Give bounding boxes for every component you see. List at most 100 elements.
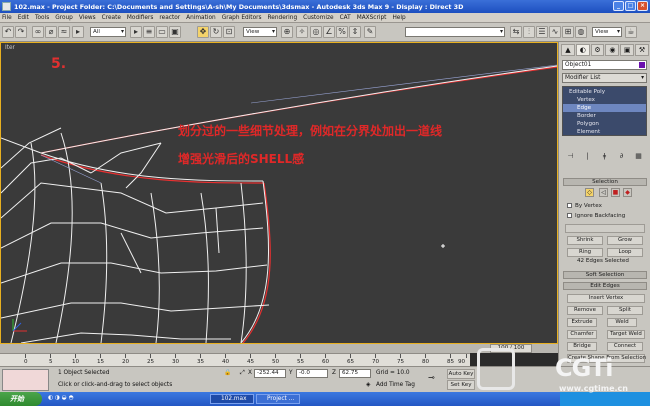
modify-tab-icon[interactable]: ◐ [575, 44, 590, 56]
window-crossing-icon[interactable]: ▣ [169, 26, 181, 38]
configure-sets-icon[interactable]: ▦ [634, 152, 643, 161]
edit-edges-rollout-header[interactable]: Edit Edges [563, 282, 647, 290]
align-icon[interactable]: ⫶ [523, 26, 535, 38]
menu-maxscript[interactable]: MAXScript [357, 15, 387, 21]
utilities-tab-icon[interactable]: ⚒ [635, 44, 649, 56]
taskbar-item-max[interactable]: 102.max [210, 394, 254, 404]
absolute-mode-icon[interactable]: ⤢ [240, 370, 245, 377]
motion-tab-icon[interactable]: ◉ [605, 44, 620, 56]
menu-reactor[interactable]: reactor [159, 15, 180, 21]
render-view-dropdown[interactable]: View [592, 27, 622, 37]
quicklaunch-icons[interactable]: ◐ ◑ ◒ ◓ [48, 395, 74, 401]
menu-create[interactable]: Create [102, 15, 121, 21]
make-unique-icon[interactable]: ǂ [600, 152, 609, 161]
split-button[interactable]: Split [607, 306, 643, 315]
ignore-backfacing-checkbox[interactable]: Ignore Backfacing [567, 212, 625, 220]
selection-filter-dropdown[interactable]: All [90, 27, 126, 37]
curve-editor-icon[interactable]: ∿ [549, 26, 561, 38]
rotate-icon[interactable]: ↻ [210, 26, 222, 38]
pin-stack-icon[interactable]: ⊣ [566, 152, 575, 161]
selection-rollout-header[interactable]: Selection [563, 178, 647, 186]
rect-selection-icon[interactable]: ▭ [156, 26, 168, 38]
viewport-label[interactable]: Iter [5, 45, 15, 51]
start-button[interactable]: 开始 [0, 392, 42, 406]
y-coordinate-field[interactable]: -0.0 [296, 369, 328, 378]
link-icon[interactable]: ∞ [32, 26, 44, 38]
layer-manager-icon[interactable]: ☰ [536, 26, 548, 38]
insert-vertex-button[interactable]: Insert Vertex [567, 294, 645, 303]
stack-item-element[interactable]: Element [563, 128, 646, 136]
target-weld-button[interactable]: Target Weld [607, 330, 645, 339]
menu-edit[interactable]: Edit [18, 15, 29, 21]
stack-item-polygon[interactable]: Polygon [563, 120, 646, 128]
menu-views[interactable]: Views [79, 15, 96, 21]
grow-button[interactable]: Grow [607, 236, 643, 245]
material-editor-icon[interactable]: ◍ [575, 26, 587, 38]
track-bar[interactable]: 0 5 10 15 20 25 30 35 40 45 50 55 60 65 … [0, 353, 470, 366]
add-time-tag[interactable]: Add Time Tag [376, 382, 415, 388]
unlink-icon[interactable]: ⌀ [45, 26, 57, 38]
menu-customize[interactable]: Customize [303, 15, 333, 21]
spinner-snap-icon[interactable]: ⇕ [349, 26, 361, 38]
extrude-button[interactable]: Extrude [567, 318, 597, 327]
hierarchy-tab-icon[interactable]: ⚙ [590, 44, 605, 56]
reference-coord-dropdown[interactable]: View [243, 27, 277, 37]
render-icon[interactable]: ☕ [625, 26, 637, 38]
x-coordinate-field[interactable]: -252.44 [254, 369, 286, 378]
time-tag-icon[interactable]: ◈ [366, 382, 370, 388]
polygon-mode-icon[interactable]: ■ [611, 188, 620, 197]
soft-selection-rollout-header[interactable]: Soft Selection [563, 271, 647, 279]
taskbar-item-project[interactable]: Project ... [256, 394, 300, 404]
perspective-viewport[interactable]: Iter 5. 划分过的一些细节处理，例如在分界处加出一道线 增强光滑后的SHE… [0, 42, 558, 344]
border-mode-icon[interactable]: ◁ [599, 188, 608, 197]
schematic-view-icon[interactable]: ⊞ [562, 26, 574, 38]
undo-icon[interactable]: ↶ [2, 26, 14, 38]
pivot-center-icon[interactable]: ⊕ [281, 26, 293, 38]
minimize-button[interactable]: _ [613, 1, 624, 11]
chamfer-button[interactable]: Chamfer [567, 330, 597, 339]
remove-modifier-icon[interactable]: ∂ [617, 152, 626, 161]
mirror-icon[interactable]: ⇆ [510, 26, 522, 38]
close-button[interactable]: × [637, 1, 648, 11]
remove-button[interactable]: Remove [567, 306, 603, 315]
maxscript-listener-mini[interactable] [2, 369, 49, 391]
edge-mode-icon[interactable]: ◇ [585, 188, 594, 197]
menu-rendering[interactable]: Rendering [268, 15, 298, 21]
menu-graph-editors[interactable]: Graph Editors [222, 15, 262, 21]
display-tab-icon[interactable]: ▣ [620, 44, 635, 56]
select-manipulate-icon[interactable]: ✧ [296, 26, 308, 38]
stack-item-border[interactable]: Border [563, 112, 646, 120]
set-key-button[interactable]: Set Key [447, 380, 475, 390]
stack-item-vertex[interactable]: Vertex [563, 96, 646, 104]
loop-button[interactable]: Loop [607, 248, 643, 257]
menu-file[interactable]: File [2, 15, 12, 21]
edit-named-selection-icon[interactable]: ✎ [364, 26, 376, 38]
menu-tools[interactable]: Tools [35, 15, 49, 21]
select-by-name-icon[interactable]: ≡ [143, 26, 155, 38]
menu-cat[interactable]: CAT [340, 15, 351, 21]
menu-animation[interactable]: Animation [186, 15, 216, 21]
select-object-icon[interactable]: ▸ [72, 26, 84, 38]
snap-toggle-icon[interactable]: ◎ [310, 26, 322, 38]
key-icon[interactable]: ⊸ [428, 373, 435, 382]
show-end-result-icon[interactable]: | [583, 152, 592, 161]
object-name-field[interactable]: Object01 [562, 60, 647, 70]
maximize-button[interactable]: □ [625, 1, 636, 11]
move-icon[interactable]: ✥ [197, 26, 209, 38]
named-selection-dropdown[interactable] [405, 27, 505, 37]
redo-icon[interactable]: ↷ [15, 26, 27, 38]
stack-item-edge[interactable]: Edge [563, 104, 646, 112]
percent-snap-icon[interactable]: % [336, 26, 348, 38]
scale-icon[interactable]: ⊡ [223, 26, 235, 38]
create-tab-icon[interactable]: ▲ [561, 44, 575, 56]
element-mode-icon[interactable]: ◆ [623, 188, 632, 197]
z-coordinate-field[interactable]: 62.75 [339, 369, 371, 378]
bind-spacewarp-icon[interactable]: ≈ [58, 26, 70, 38]
weld-button[interactable]: Weld [607, 318, 637, 327]
select-icon[interactable]: ▸ [130, 26, 142, 38]
object-color-swatch[interactable] [639, 62, 645, 68]
menu-help[interactable]: Help [392, 15, 405, 21]
menu-group[interactable]: Group [55, 15, 73, 21]
by-vertex-checkbox[interactable]: By Vertex [567, 202, 602, 210]
angle-snap-icon[interactable]: ∠ [323, 26, 335, 38]
